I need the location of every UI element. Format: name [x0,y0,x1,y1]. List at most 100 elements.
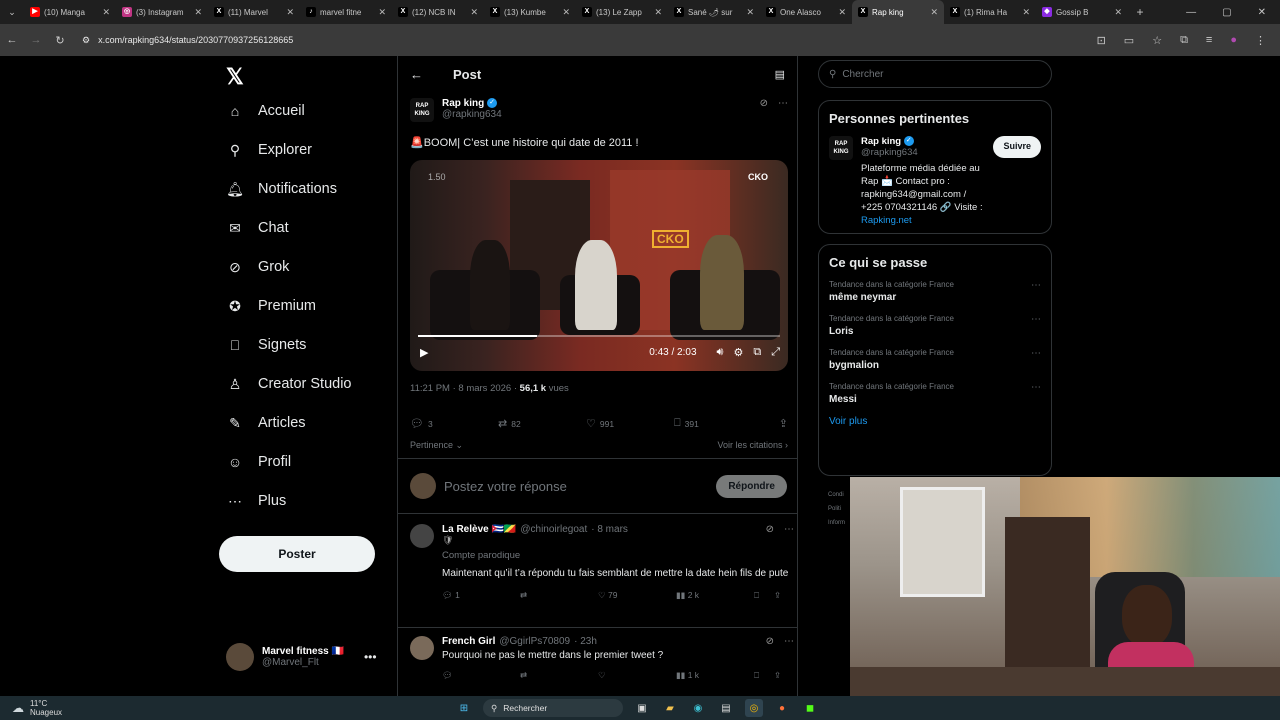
nav-item-premium[interactable]: ✪ Premium [226,297,316,315]
nav-item-chat[interactable]: ✉ Chat [226,219,289,237]
sort-dropdown[interactable]: Pertinence ⌄ [410,440,463,451]
cast-icon[interactable]: ▭ [1124,34,1134,47]
browser-tab[interactable]: ◆ Gossip B ✕ [1036,0,1128,24]
trend-item[interactable]: Tendance dans la catégorie France bygmali… [829,348,1041,371]
close-window-button[interactable]: ✕ [1258,7,1266,18]
taskbar-search[interactable]: ⚲ Rechercher [483,699,623,717]
reply-item[interactable]: La Relève 🇨🇺🇨🇬 @chinoirlegoat · 8 mars ⊘… [398,516,797,628]
more-options-icon[interactable]: ⋯ [784,524,794,535]
browser-tab[interactable]: ▶ (10) Manga ✕ [24,0,116,24]
browser-tab[interactable]: X (1) Rima Ha ✕ [944,0,1036,24]
video-player[interactable]: CKO 1.50 CKO ▶ 0:43 / 2:03 🔊︎ ⚙ ⧉ ⤢ [410,160,788,371]
like-action[interactable]: ♡ 79 [598,590,676,601]
browser-tab[interactable]: ◎ (3) Instagram ✕ [116,0,208,24]
person-name[interactable]: Rap king [861,136,901,147]
kick-icon[interactable]: ◼ [801,699,819,717]
tab-list-button[interactable]: ⌄ [0,7,24,18]
settings-icon[interactable]: ⚙ [733,346,743,359]
new-tab-button[interactable]: + [1128,5,1152,19]
reply-button[interactable]: Répondre [716,474,787,498]
like-action[interactable]: ♡ [598,670,676,681]
task-view-icon[interactable]: ▣ [633,699,651,717]
share-icon[interactable]: ⇪ [779,417,788,430]
volume-icon[interactable]: 🔊︎ [717,346,724,359]
views-action[interactable]: ▮▮ 1 k [676,670,754,681]
edge-icon[interactable]: ◉ [689,699,707,717]
back-arrow-icon[interactable]: ← [410,67,423,82]
windows-start-icon[interactable]: ⊞ [455,699,473,717]
footer-link[interactable]: Politi [828,502,845,516]
chrome-icon[interactable]: ◎ [745,699,763,717]
minimize-button[interactable]: — [1186,7,1196,18]
close-tab-icon[interactable]: ✕ [470,7,478,18]
person-card[interactable]: RAP KING Rap king ✓ @rapking634 Plateform… [829,136,1041,227]
trend-item[interactable]: Tendance dans la catégorie France Loris ⋯ [829,314,1041,337]
repost-action[interactable]: ⇄ [520,590,598,601]
address-input[interactable]: ⚙ x.com/rapking634/status/20307709372561… [82,35,293,46]
person-handle[interactable]: @rapking634 [861,147,918,158]
more-options-icon[interactable]: ⋯ [778,98,788,122]
grok-icon[interactable]: ⊘ [766,636,774,647]
site-info-icon[interactable]: ⚙ [82,35,90,46]
reply-date[interactable]: · 8 mars [591,524,628,535]
trend-item[interactable]: Tendance dans la catégorie France même ne… [829,280,1041,303]
close-tab-icon[interactable]: ✕ [654,7,662,18]
like-action[interactable]: ♡ 991 [586,417,674,430]
browser-tab[interactable]: X (13) Kumbe ✕ [484,0,576,24]
extensions-icon[interactable]: ⧉ [1180,34,1188,47]
reply-input[interactable]: Postez votre réponse [444,479,567,494]
views-action[interactable]: ▮▮ 2 k [676,590,754,601]
fullscreen-icon[interactable]: ⤢ [771,346,780,359]
reader-icon[interactable]: ▤ [775,68,785,81]
follow-button[interactable]: Suivre [993,136,1041,158]
nav-item-notifications[interactable]: 🔔︎ Notifications [226,180,337,198]
more-options-icon[interactable]: ⋯ [784,636,794,647]
store-icon[interactable]: ▤ [717,699,735,717]
author-avatar[interactable]: RAP KING [410,98,434,122]
share-icon[interactable]: ⇪ [774,670,794,681]
x-logo-icon[interactable]: 𝕏 [226,64,244,90]
browser-tab[interactable]: X (13) Le Zapp ✕ [576,0,668,24]
bookmark-icon[interactable]: ⎕ [754,590,774,601]
close-tab-icon[interactable]: ✕ [194,7,202,18]
more-options-icon[interactable]: ⋯ [1031,280,1041,291]
reply-action[interactable]: 💬︎ 3 [410,417,498,430]
forward-icon[interactable]: → [24,34,48,46]
grok-icon[interactable]: ⊘ [766,524,774,535]
close-tab-icon[interactable]: ✕ [746,7,754,18]
browser-tab[interactable]: X (11) Marvel ✕ [208,0,300,24]
share-icon[interactable]: ⇪ [774,590,794,601]
reply-author-name[interactable]: French Girl [442,636,495,647]
install-icon[interactable]: ⊡ [1097,34,1106,47]
more-options-icon[interactable]: ⋯ [1031,314,1041,325]
reply-author-name[interactable]: La Relève 🇨🇺🇨🇬 [442,524,516,535]
nav-item-profil[interactable]: ☺ Profil [226,453,291,471]
reply-date[interactable]: · 23h [574,636,597,647]
close-tab-icon[interactable]: ✕ [1114,7,1122,18]
browser-tab[interactable]: X Sané 🌶 sur ✕ [668,0,760,24]
nav-item-articles[interactable]: ✎ Articles [226,414,305,432]
author-handle[interactable]: @rapking634 [442,109,502,120]
nav-item-plus[interactable]: ⋯ Plus [226,492,286,510]
bio-link[interactable]: Rapking.net [861,215,912,226]
browser-tab[interactable]: ♪ marvel fitne ✕ [300,0,392,24]
sidebar-icon[interactable]: ≡ [1206,34,1212,47]
menu-icon[interactable]: ⋮ [1255,34,1266,47]
avatar[interactable] [410,636,434,660]
close-tab-icon[interactable]: ✕ [562,7,570,18]
close-tab-icon[interactable]: ✕ [102,7,110,18]
browser-tab[interactable]: X (12) NCB IN ✕ [392,0,484,24]
reply-item[interactable]: French Girl @GgirlPs70809 · 23h ⊘ ⋯ Pourq… [398,628,797,696]
profile-icon[interactable]: ● [1230,34,1237,47]
file-explorer-icon[interactable]: ▰ [661,699,679,717]
browser-tab[interactable]: X One Alasco ✕ [760,0,852,24]
reply-action[interactable]: 💬︎ [442,670,520,681]
close-tab-icon[interactable]: ✕ [378,7,386,18]
close-tab-icon[interactable]: ✕ [1022,7,1030,18]
author-name[interactable]: Rap king [442,98,484,109]
nav-item-creator-studio[interactable]: ♙ Creator Studio [226,375,352,393]
footer-link[interactable]: Inform [828,516,845,530]
more-dots-icon[interactable]: ••• [364,650,377,664]
reload-icon[interactable]: ↻ [48,34,72,47]
see-more-link[interactable]: Voir plus [829,416,1041,427]
